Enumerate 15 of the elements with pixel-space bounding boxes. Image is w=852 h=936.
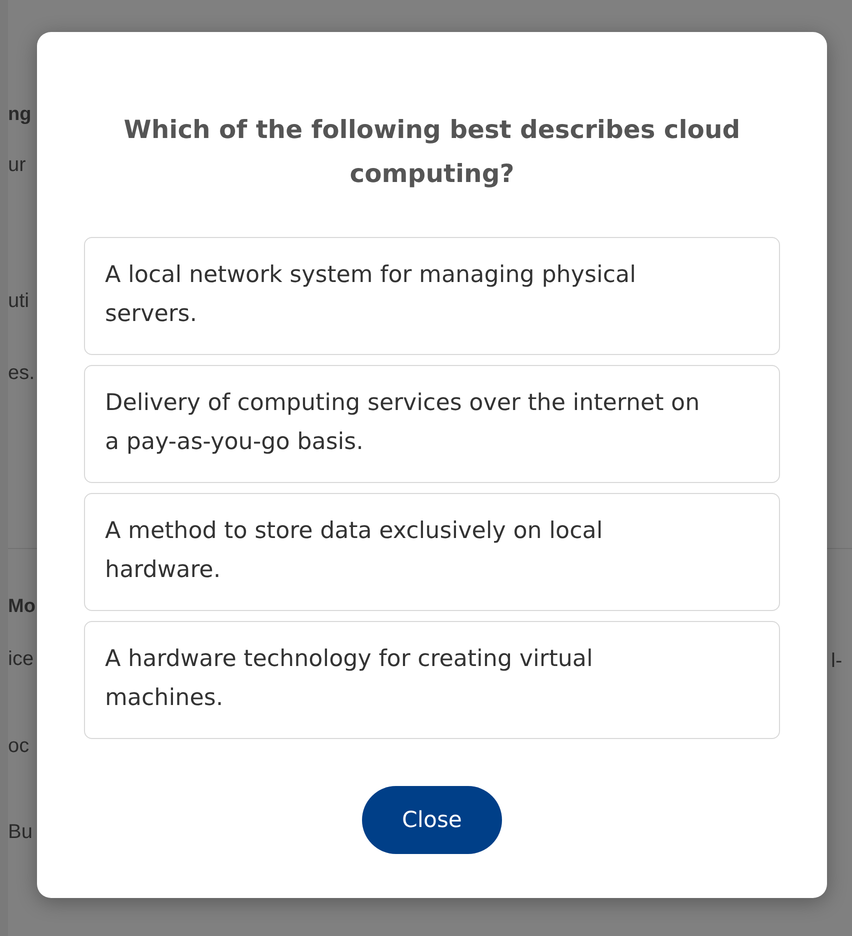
text-fragment: ur xyxy=(8,153,27,178)
question-text: Which of the following best describes cloud computing? xyxy=(122,114,742,190)
text-fragment: Bu xyxy=(8,820,34,845)
text-fragment: ice xyxy=(8,647,35,672)
heading-fragment: ng xyxy=(8,103,32,127)
text-fragment: oc xyxy=(8,734,30,759)
text-fragment: uti xyxy=(8,289,30,314)
heading-fragment: Mo xyxy=(8,595,36,619)
close-button[interactable]: Close xyxy=(362,786,502,854)
text-fragment: es. xyxy=(8,361,36,386)
answer-option[interactable]: A method to store data exclusively on local hardware. xyxy=(84,493,780,611)
answer-option[interactable]: A hardware technology for creating virtual machines. xyxy=(84,621,780,739)
answer-option[interactable]: A local network system for managing physical servers. xyxy=(84,237,780,355)
text-fragment: l- xyxy=(831,649,844,674)
answer-option[interactable]: Delivery of computing services over the internet on a pay-as-you-go basis. xyxy=(84,365,780,483)
